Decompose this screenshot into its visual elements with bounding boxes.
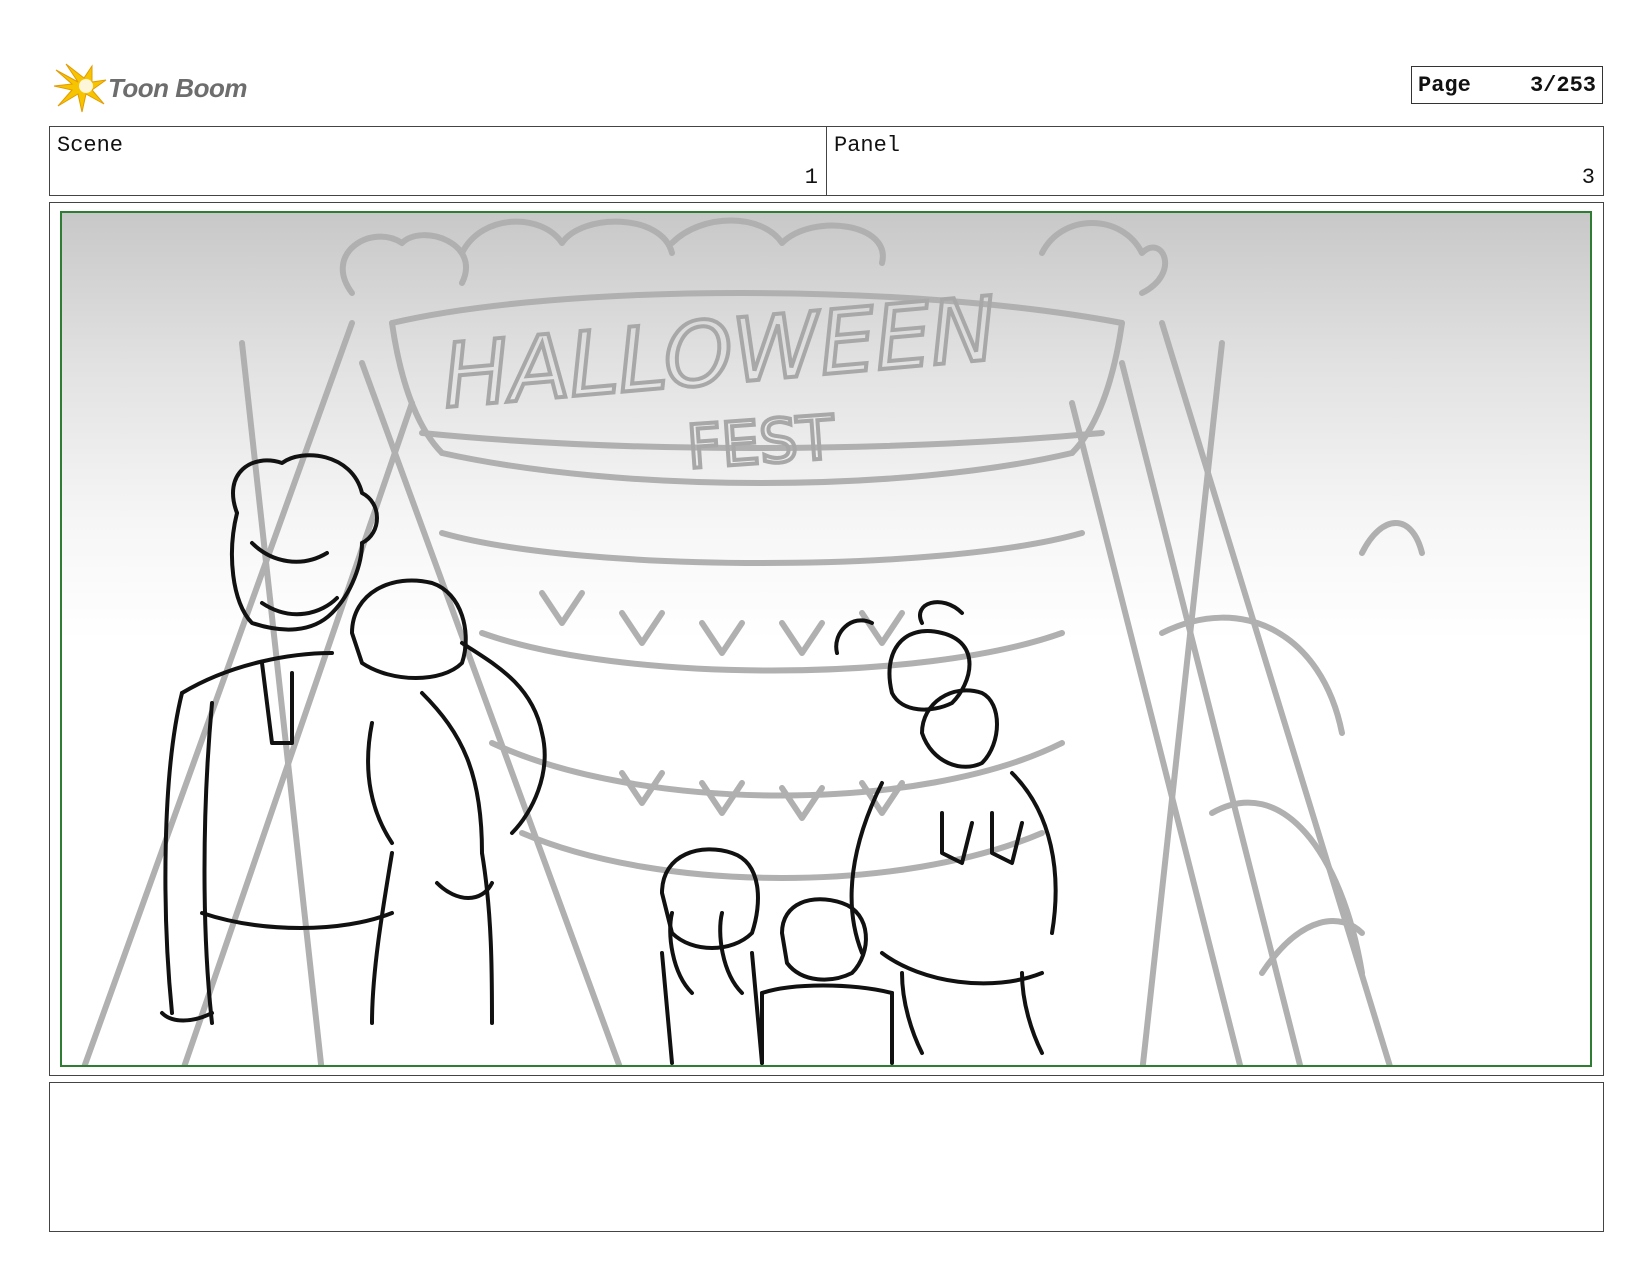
page-label: Page [1418,72,1471,98]
panel-notes-box[interactable] [49,1082,1604,1232]
scene-cell: Scene 1 [50,127,826,195]
scene-label: Scene [57,133,124,158]
page-number: 3/253 [1529,72,1596,98]
panel-safe-frame: HALLOWEEN FEST [60,211,1592,1067]
page-counter: Page 3/253 [1411,66,1603,104]
burst-star-icon [53,63,107,113]
storyboard-panel: HALLOWEEN FEST [49,202,1604,1076]
sketch-drawing: HALLOWEEN FEST [62,213,1590,1065]
brand-name: Toon Boom [108,72,247,103]
panel-label: Panel [834,133,901,158]
scene-panel-header: Scene 1 Panel 3 [49,126,1604,196]
scene-number: 1 [804,165,818,190]
toon-boom-logo: Toon Boom [52,60,262,116]
banner-text-line2: FEST [685,403,837,483]
panel-number: 3 [1581,165,1595,190]
panel-cell: Panel 3 [826,127,1603,195]
